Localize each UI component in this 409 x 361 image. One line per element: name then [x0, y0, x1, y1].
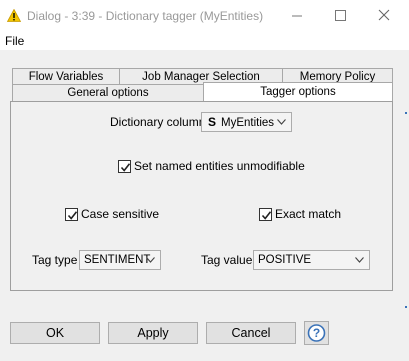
title-bar: Dialog - 3:39 - Dictionary tagger (MyEnt…: [0, 0, 409, 32]
help-button[interactable]: ?: [304, 321, 329, 345]
ok-button[interactable]: OK: [10, 322, 100, 344]
window-edge-mark: [405, 112, 407, 114]
tag-value-value: POSITIVE: [258, 254, 312, 266]
apply-button[interactable]: Apply: [108, 322, 198, 344]
warning-triangle-icon: [7, 9, 21, 22]
window-title: Dialog - 3:39 - Dictionary tagger (MyEnt…: [27, 9, 264, 23]
case-sensitive-checkbox[interactable]: [65, 208, 78, 221]
tag-value-label: Tag value: [201, 253, 253, 267]
minimize-icon: [292, 15, 302, 17]
dictionary-column-label: Dictionary column: [110, 115, 206, 129]
tab-flow-variables[interactable]: Flow Variables: [12, 68, 120, 85]
tag-type-label: Tag type: [32, 253, 78, 267]
tag-value-select[interactable]: POSITIVE: [253, 250, 370, 270]
checkmark-icon: [67, 211, 78, 220]
dictionary-column-select[interactable]: S MyEntities: [201, 112, 292, 132]
maximize-icon: [335, 10, 346, 21]
close-button[interactable]: [362, 0, 406, 32]
minimize-button[interactable]: [275, 0, 319, 32]
svg-text:?: ?: [313, 326, 320, 340]
tag-type-value: SENTIMENT: [84, 254, 151, 266]
chevron-down-icon: [355, 257, 364, 263]
tab-tagger-options[interactable]: Tagger options: [203, 82, 393, 102]
close-icon: [378, 9, 390, 21]
string-type-icon: S: [208, 115, 217, 129]
cancel-button[interactable]: Cancel: [206, 322, 296, 344]
tab-general-options[interactable]: General options: [12, 84, 204, 102]
help-question-icon: ?: [307, 324, 326, 342]
maximize-button[interactable]: [318, 0, 362, 32]
set-unmodifiable-checkbox[interactable]: [118, 160, 131, 173]
exact-match-checkbox[interactable]: [259, 208, 272, 221]
chevron-down-icon: [146, 257, 155, 263]
menu-bar: File: [0, 32, 409, 50]
set-unmodifiable-label: Set named entities unmodifiable: [134, 159, 305, 173]
window-edge-mark: [405, 306, 407, 308]
menu-file[interactable]: File: [5, 34, 24, 48]
checkmark-icon: [120, 163, 131, 172]
case-sensitive-label: Case sensitive: [81, 207, 160, 221]
checkmark-icon: [261, 211, 272, 220]
tag-type-select[interactable]: SENTIMENT: [79, 250, 161, 270]
dictionary-column-value: MyEntities: [221, 117, 275, 129]
exact-match-label: Exact match: [275, 207, 342, 221]
chevron-down-icon: [277, 119, 286, 125]
